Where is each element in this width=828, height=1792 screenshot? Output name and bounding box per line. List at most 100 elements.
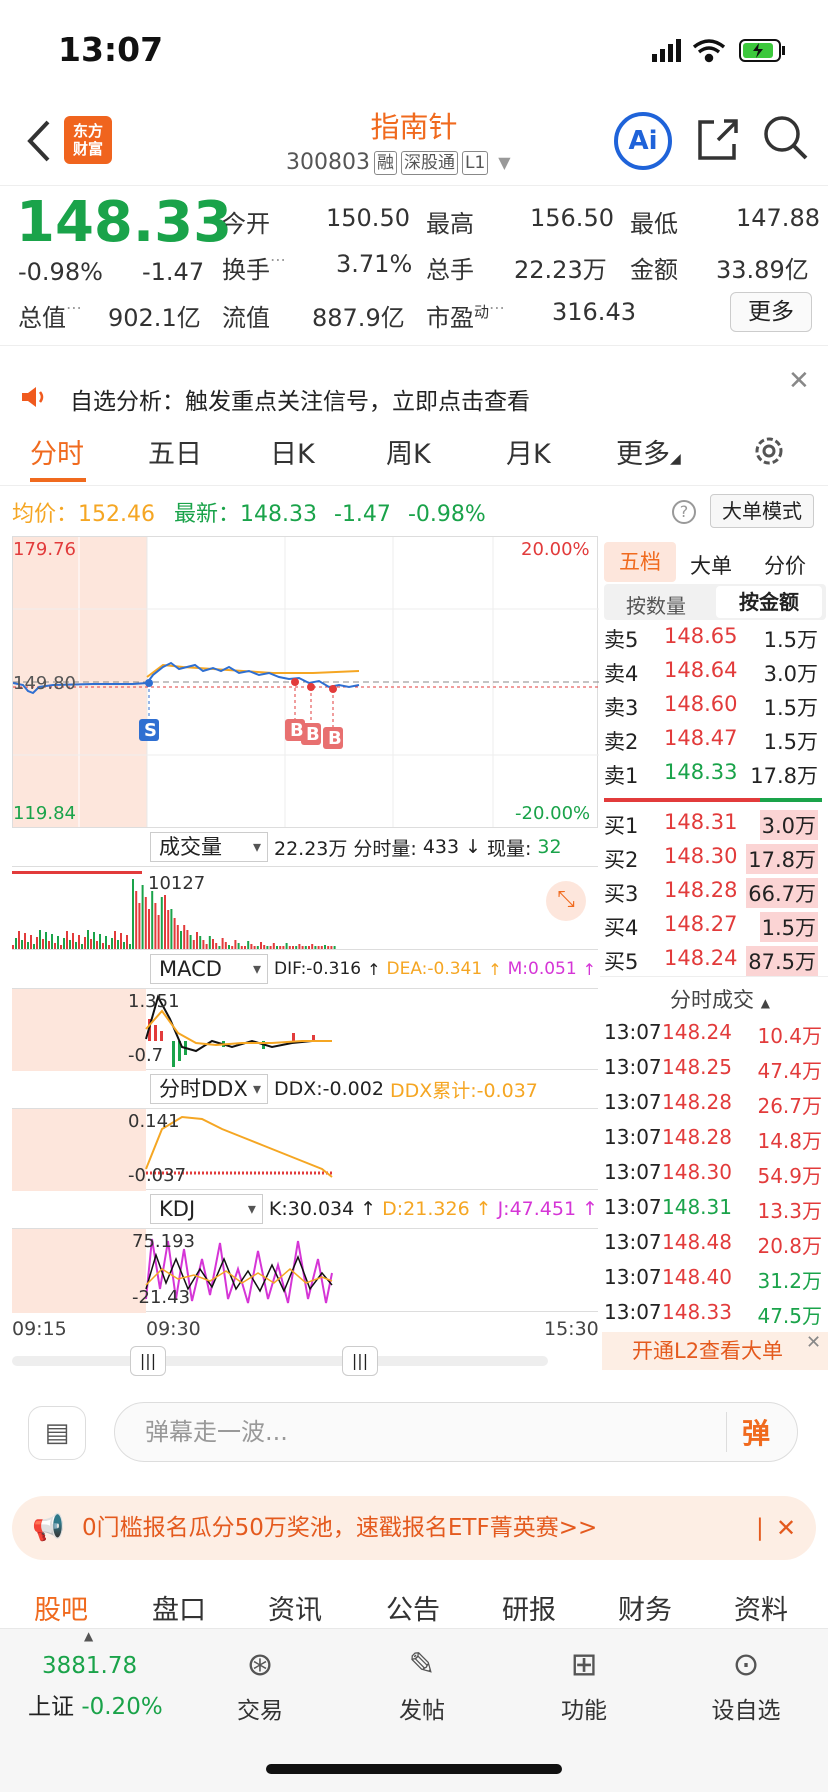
range-handle-right[interactable]: |||	[342, 1346, 378, 1376]
volume-selector[interactable]: 成交量	[150, 832, 268, 862]
ob-subtab-qty[interactable]: 按数量	[626, 590, 686, 619]
close-icon[interactable]: ✕	[788, 366, 810, 396]
buy-marker[interactable]: B	[290, 720, 304, 741]
bid-row[interactable]: 买2 148.30 17.8万	[600, 842, 822, 874]
tick-volume: 31.2万	[757, 1269, 822, 1293]
tick-row: 13:07 148.28 14.8万	[604, 1123, 826, 1153]
latest-value: 148.33	[240, 502, 317, 527]
share-icon[interactable]	[696, 116, 740, 162]
ticks-title[interactable]: 分时成交 ▲	[670, 984, 770, 1014]
danmu-send-button[interactable]: 弹	[742, 1412, 770, 1452]
buy-marker[interactable]: B	[306, 724, 320, 745]
bid-row[interactable]: 买5 148.24 87.5万	[600, 944, 822, 976]
intraday-chart[interactable]: 179.76 149.80 119.84 20.00% -20.00% S B …	[12, 536, 599, 828]
pe-label[interactable]: 市盈动⋯	[426, 298, 505, 333]
more-button[interactable]: 更多	[730, 292, 812, 332]
ob-tab-five[interactable]: 五档	[604, 542, 676, 582]
index-value[interactable]: 3881.78	[42, 1653, 137, 1679]
tab-monthly[interactable]: 月K	[506, 432, 551, 471]
change-pct: -0.98%	[18, 258, 103, 286]
ob-tab-price[interactable]: 分价	[764, 550, 806, 580]
bid-price: 148.31	[664, 810, 738, 834]
tab-news[interactable]: 资讯	[268, 1588, 322, 1627]
tick-volume: 47.4万	[757, 1059, 822, 1083]
more-dots-icon: ⋯	[489, 298, 506, 317]
tab-daily[interactable]: 日K	[270, 432, 315, 471]
turnover-label[interactable]: 换手⋯	[222, 250, 286, 285]
volume-panel[interactable]: 10127 ⤡	[12, 866, 598, 950]
mcap-label[interactable]: 总值⋯	[18, 298, 82, 333]
macd-lo: -0.7	[128, 1045, 164, 1066]
range-handle-left[interactable]: |||	[130, 1346, 166, 1376]
tick-time: 13:07	[604, 1055, 662, 1079]
tab-reports[interactable]: 研报	[502, 1588, 556, 1627]
ask-label: 卖5	[604, 628, 639, 652]
close-icon[interactable]: ✕	[776, 1496, 796, 1560]
comment-list-icon[interactable]: ▤	[28, 1406, 86, 1460]
ob-subtab-amt[interactable]: 按金额	[716, 586, 822, 618]
pct-min-label: -20.00%	[515, 803, 591, 824]
tab-more[interactable]: 更多◢	[616, 432, 681, 471]
nav-trade[interactable]: ⊛ 交易	[200, 1645, 320, 1725]
bid-row[interactable]: 买3 148.28 66.7万	[600, 876, 822, 908]
bid-volume: 17.8万	[746, 844, 818, 874]
tab-forum[interactable]: 股吧	[34, 1588, 88, 1627]
volume-bars	[12, 871, 336, 949]
tab-5day[interactable]: 五日	[148, 432, 202, 471]
big-order-mode-button[interactable]: 大单模式	[710, 494, 814, 528]
nav-add-watchlist[interactable]: ⊙ 设自选	[686, 1645, 806, 1725]
ai-button[interactable]: Ai	[614, 112, 672, 170]
stock-code-row[interactable]: 300803 融 深股通 L1 ▼	[286, 150, 511, 175]
gear-icon[interactable]	[752, 434, 786, 468]
nav-functions[interactable]: ⊞ 功能	[524, 1645, 644, 1725]
ask-price: 148.47	[664, 726, 738, 750]
y-min-label: 119.84	[13, 803, 76, 824]
index-ticker[interactable]: 上证 -0.20%	[28, 1687, 163, 1721]
sell-marker[interactable]: S	[144, 720, 157, 741]
tab-weekly[interactable]: 周K	[386, 432, 431, 471]
buy-marker[interactable]: B	[328, 728, 342, 749]
ob-tab-big[interactable]: 大单	[690, 550, 732, 580]
ask-row[interactable]: 卖5 148.65 1.5万	[600, 622, 822, 652]
promo-banner[interactable]: 📢 0门槛报名瓜分50万奖池，速戳报名ETF菁英赛>> | ✕	[12, 1496, 816, 1560]
tab-profile[interactable]: 资料	[734, 1588, 788, 1627]
amount-label: 金额	[630, 256, 678, 284]
ask-row[interactable]: 卖2 148.47 1.5万	[600, 724, 822, 754]
ddx-panel[interactable]: 0.141 -0.037	[12, 1108, 598, 1191]
ask-label: 卖2	[604, 730, 639, 754]
kdj-chart	[12, 1229, 333, 1313]
nav-post[interactable]: ✎ 发帖	[362, 1645, 482, 1725]
ask-row[interactable]: 卖4 148.64 3.0万	[600, 656, 822, 686]
bid-row[interactable]: 买1 148.31 3.0万	[600, 808, 822, 840]
high-value: 156.50	[530, 204, 614, 232]
tab-intraday[interactable]: 分时	[30, 432, 84, 471]
l2-upsell[interactable]: 开通L2查看大单	[602, 1332, 828, 1370]
macd-selector[interactable]: MACD	[150, 954, 268, 984]
ask-row[interactable]: 卖3 148.60 1.5万	[600, 690, 822, 720]
open-value: 150.50	[326, 204, 410, 232]
tab-notices[interactable]: 公告	[386, 1588, 440, 1627]
search-icon[interactable]	[762, 114, 808, 162]
ask-row[interactable]: 卖1 148.33 17.8万	[600, 758, 822, 788]
bid-label: 买5	[604, 950, 639, 974]
tab-finance[interactable]: 财务	[618, 1588, 672, 1627]
time-label-start: 09:15	[12, 1318, 67, 1340]
help-icon[interactable]: ?	[672, 500, 696, 524]
bid-row[interactable]: 买4 148.27 1.5万	[600, 910, 822, 942]
ddx-selector[interactable]: 分时DDX	[150, 1074, 268, 1104]
signal-icon	[652, 39, 681, 62]
pct-max-label: 20.00%	[521, 539, 590, 560]
macd-panel[interactable]: 1.351 -0.7	[12, 988, 598, 1071]
expand-icon[interactable]: ⤡	[546, 881, 586, 921]
tab-market[interactable]: 盘口	[152, 1588, 206, 1627]
latest-pct: -0.98%	[407, 502, 486, 527]
analysis-banner[interactable]: 自选分析：触发重点关注信号，立即点击查看 ✕	[0, 366, 828, 416]
ddx-sum: DDX累计:-0.037	[389, 1079, 538, 1102]
home-indicator	[266, 1764, 562, 1774]
comment-input[interactable]: 弹幕走一波...	[114, 1402, 798, 1462]
kdj-selector[interactable]: KDJ	[150, 1194, 263, 1224]
close-icon[interactable]: ✕	[806, 1332, 821, 1353]
kdj-panel[interactable]: 75.193 -21.43	[12, 1228, 598, 1313]
range-scrollbar[interactable]	[12, 1356, 548, 1366]
bid-label: 买1	[604, 814, 639, 838]
